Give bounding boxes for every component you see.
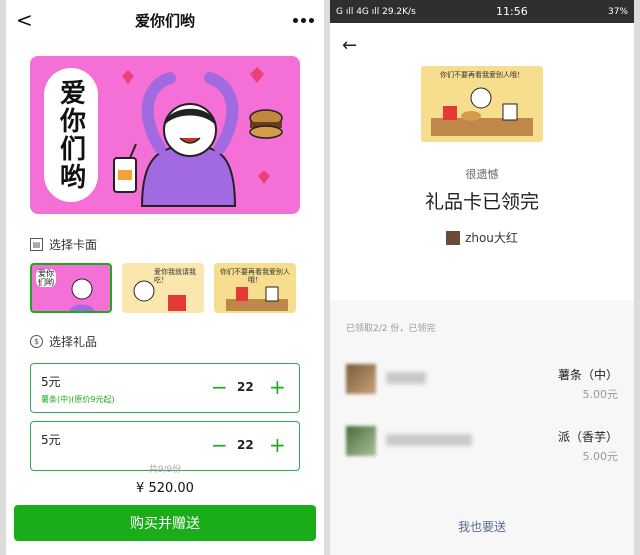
all-claimed-title: 礼品卡已领完 — [424, 191, 539, 213]
more-menu-icon[interactable] — [290, 17, 314, 23]
sorry-text: 很遗憾 — [465, 168, 499, 181]
claim-1-price: 5.00元 — [582, 388, 619, 401]
me-too-send-link[interactable]: 我也要送 — [330, 518, 634, 535]
sender-info: zhou大红 — [330, 229, 634, 246]
card-thumb-1[interactable]: 爱你们哟 — [30, 263, 112, 313]
back-button[interactable]: < — [16, 8, 40, 32]
gift-2-minus-button[interactable]: − — [211, 434, 228, 456]
gift-option-1[interactable]: 5元 薯条(中)(原价9元起) − 22 + — [30, 363, 300, 413]
card-face-icon: ▤ — [30, 238, 43, 251]
gift-1-plus-button[interactable]: + — [269, 376, 286, 398]
sender-name: zhou大红 — [465, 231, 518, 245]
gift-purchase-screen: < 爱你们哟 爱你们哟 ▤ 选择卡面 爱你们哟 爱你我就请我吃！ 你们不要再看我… — [6, 0, 324, 555]
page-title: 爱你们哟 — [134, 11, 195, 30]
card-thumb-2-art — [133, 280, 186, 311]
gift-claimed-screen: G ıll 4G ıll 29.2K/s 11:56 37% ← 你们不要再看我… — [330, 0, 634, 555]
card-thumb-1-art — [69, 278, 95, 311]
gift-card-image: 你们不要再看我爱别人哦！ — [421, 66, 543, 142]
order-total: 共9/9份 ¥ 520.00 — [6, 462, 324, 496]
claimer-2-name-blurred — [386, 434, 472, 446]
gift-section-title: $ 选择礼品 — [6, 333, 324, 350]
header: < 爱你们哟 — [6, 0, 324, 40]
sender-avatar — [446, 230, 461, 245]
total-count: 共9/9份 — [148, 465, 182, 475]
status-bar: G ıll 4G ıll 29.2K/s 11:56 37% — [330, 0, 634, 23]
claim-2-item: 派（香芋） — [557, 430, 618, 444]
gift-2-quantity: 22 — [237, 438, 254, 452]
gift-card-art — [431, 87, 533, 136]
status-time: 11:56 — [496, 5, 528, 18]
claim-row-2: 派（香芋） 5.00元 — [346, 426, 618, 466]
gift-1-desc: 薯条(中)(原价9元起) — [41, 395, 115, 404]
gift-section-label: 选择礼品 — [49, 335, 98, 349]
battery-status: 37% — [607, 6, 628, 17]
claim-row-1: 薯条（中） 5.00元 — [346, 364, 618, 404]
gift-1-minus-button[interactable]: − — [211, 376, 228, 398]
claimer-2-avatar — [346, 426, 376, 456]
screens: < 爱你们哟 爱你们哟 ▤ 选择卡面 爱你们哟 爱你我就请我吃！ 你们不要再看我… — [0, 0, 640, 555]
claim-2-price: 5.00元 — [582, 450, 619, 463]
card-preview: 爱你们哟 — [30, 56, 300, 214]
card-thumb-2[interactable]: 爱你我就请我吃！ — [122, 263, 204, 313]
gift-1-quantity: 22 — [237, 380, 254, 394]
card-illustration — [113, 67, 283, 207]
dollar-icon: $ — [30, 335, 43, 348]
buy-and-send-button[interactable]: 购买并赠送 — [14, 505, 316, 541]
card-section-title: ▤ 选择卡面 — [6, 236, 324, 253]
gift-1-name: 5元 — [41, 375, 61, 389]
claimer-1-avatar — [346, 364, 376, 394]
claimed-count: 已领取2/2 份，已领完 — [346, 324, 436, 334]
gift-2-plus-button[interactable]: + — [269, 434, 286, 456]
gift-2-name: 5元 — [41, 433, 61, 447]
total-amount: ¥ 520.00 — [136, 481, 194, 496]
card-thumb-3-art — [226, 286, 288, 311]
claimer-1-name-blurred — [386, 372, 426, 384]
card-thumbnails: 爱你们哟 爱你我就请我吃！ 你们不要再看我爱别人哦！ — [6, 263, 324, 313]
card-section-label: 选择卡面 — [49, 238, 98, 252]
back-arrow-icon[interactable]: ← — [342, 35, 357, 56]
card-thumb-3[interactable]: 你们不要再看我爱别人哦！ — [214, 263, 296, 313]
claim-list-section: 已领取2/2 份，已领完 薯条（中） 5.00元 派（香芋） 5.00元 我也要… — [330, 300, 634, 555]
network-status: G ıll 4G ıll 29.2K/s — [336, 6, 416, 17]
claim-1-item: 薯条（中） — [557, 368, 618, 382]
